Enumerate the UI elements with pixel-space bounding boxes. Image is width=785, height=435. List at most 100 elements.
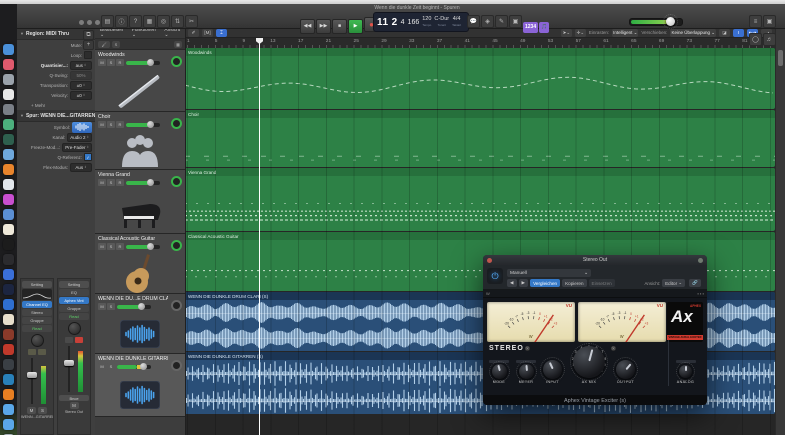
bounce-button[interactable]: Bnce bbox=[59, 395, 89, 401]
automation-button[interactable]: Read bbox=[22, 325, 52, 332]
record-enable-button[interactable]: R bbox=[116, 243, 124, 250]
editors-icon[interactable]: ✂ bbox=[185, 15, 198, 28]
folder-icon[interactable] bbox=[3, 404, 14, 415]
final-cut-icon[interactable] bbox=[3, 254, 14, 265]
dock-app-7-icon[interactable] bbox=[3, 134, 14, 145]
note-pads-icon[interactable]: ▣ bbox=[763, 15, 776, 28]
smart-controls-icon[interactable]: ◎ bbox=[157, 15, 170, 28]
command-tool-menu[interactable]: ✛⌄ bbox=[574, 28, 586, 37]
mute-button[interactable]: M bbox=[27, 407, 36, 414]
plugin-power-button[interactable]: ⏻ bbox=[487, 268, 503, 284]
browsers-icon[interactable]: ♬ bbox=[763, 33, 776, 46]
fader-zone[interactable] bbox=[22, 356, 52, 406]
volume-knob[interactable] bbox=[147, 59, 154, 66]
solo-mode-icon[interactable]: ▣ bbox=[509, 15, 522, 28]
dock-app-17-icon[interactable] bbox=[3, 284, 14, 295]
region-midi[interactable]: Woodwinds bbox=[185, 48, 775, 109]
autozoom-icon[interactable]: I bbox=[733, 28, 744, 37]
track-header-4[interactable]: Classical Acoustic Guitar M S R bbox=[95, 234, 185, 294]
snap-menu[interactable]: Intelligent ⌄ bbox=[612, 28, 639, 37]
channel-strip[interactable]: Setting Channel EQ Stereo Gruppe Read M S WENN.… bbox=[20, 278, 54, 435]
inspector-icon[interactable]: ⓘ bbox=[115, 15, 128, 28]
format-button[interactable]: Stereo bbox=[22, 309, 52, 316]
photos-icon[interactable] bbox=[3, 194, 14, 205]
scrollbar-thumb[interactable] bbox=[778, 50, 783, 66]
solo-button[interactable]: S bbox=[38, 407, 47, 414]
dock-app-4-icon[interactable] bbox=[3, 89, 14, 100]
dock-app-2-icon[interactable] bbox=[3, 59, 14, 70]
playhead[interactable] bbox=[259, 38, 260, 435]
value-field[interactable]: Pre-Fader ⇕ bbox=[62, 142, 92, 152]
drag-menu[interactable]: Keine Überlappung ⌄ bbox=[670, 28, 716, 37]
zoom-icon[interactable] bbox=[95, 20, 100, 25]
mute-button[interactable]: M bbox=[98, 179, 106, 186]
eq-thumbnail[interactable] bbox=[22, 289, 52, 300]
master-volume-knob[interactable] bbox=[663, 14, 678, 29]
mini-button[interactable] bbox=[28, 349, 36, 355]
plugin-close-icon[interactable] bbox=[487, 257, 492, 263]
list-editors-icon[interactable]: ≡ bbox=[749, 15, 762, 28]
paste-button[interactable]: Einsetzen bbox=[588, 279, 615, 287]
setting-button[interactable]: Setting bbox=[22, 281, 52, 288]
dock-app-1-icon[interactable] bbox=[3, 44, 14, 55]
forward-button[interactable]: ▶▶ bbox=[316, 18, 331, 34]
midi-in-icon[interactable]: [M] bbox=[202, 28, 213, 37]
quick-help-icon[interactable]: ? bbox=[129, 15, 142, 28]
analog-switch[interactable] bbox=[675, 360, 696, 363]
dock-app-24-icon[interactable] bbox=[3, 389, 14, 400]
stepper-icon[interactable]: ⇕ bbox=[83, 83, 86, 87]
clip-indicator[interactable] bbox=[75, 337, 83, 343]
stepper-icon[interactable]: ⇕ bbox=[86, 135, 89, 139]
dock-app-19-icon[interactable] bbox=[3, 314, 14, 325]
checkbox[interactable]: ✓ bbox=[84, 153, 92, 161]
notes-icon[interactable]: 💬 bbox=[467, 15, 480, 28]
mute-button[interactable]: M bbox=[98, 59, 106, 66]
minimize-icon[interactable] bbox=[87, 20, 92, 25]
dock-app-18-icon[interactable] bbox=[3, 299, 14, 310]
plugin-titlebar[interactable]: Stereo Out bbox=[483, 255, 707, 265]
meter-knob[interactable] bbox=[515, 361, 537, 382]
value-field[interactable]: Aus ⇕ bbox=[70, 162, 92, 172]
pan-knob[interactable] bbox=[171, 118, 182, 129]
vertical-scrollbar[interactable] bbox=[775, 28, 785, 435]
input-knob[interactable] bbox=[540, 357, 565, 382]
music-record-icon[interactable] bbox=[3, 239, 14, 250]
volume-slider[interactable] bbox=[126, 243, 160, 250]
track-header-2[interactable]: Choir M S R bbox=[95, 112, 185, 170]
solo-button[interactable]: S bbox=[107, 243, 115, 250]
mute-button[interactable]: M bbox=[98, 363, 106, 370]
pan-knob[interactable] bbox=[171, 240, 182, 251]
pan-knob[interactable] bbox=[171, 176, 182, 187]
value-field[interactable]: ±0 ⇕ bbox=[70, 80, 92, 90]
group-slot[interactable]: Gruppe bbox=[22, 317, 52, 324]
pan-knob[interactable] bbox=[171, 360, 182, 371]
plugin-slot[interactable]: Aphex Vint bbox=[59, 297, 89, 304]
dock-app-3-icon[interactable] bbox=[3, 74, 14, 85]
record-enable-button[interactable]: R bbox=[116, 121, 124, 128]
volume-slider[interactable] bbox=[126, 121, 160, 128]
track-header-5[interactable]: WENN DIE DU...E DRUM CLARI M S bbox=[95, 294, 185, 354]
mini-button[interactable] bbox=[65, 337, 73, 343]
value-field[interactable]: aus ⇕ bbox=[70, 60, 92, 70]
pan-knob[interactable] bbox=[171, 300, 182, 311]
dock-app-23-icon[interactable] bbox=[3, 374, 14, 385]
volume-knob[interactable] bbox=[140, 363, 147, 370]
compare-button[interactable]: Vergleichen bbox=[530, 279, 561, 287]
dock-app-6-icon[interactable] bbox=[3, 119, 14, 130]
view-menu[interactable]: Editor ⌄ bbox=[662, 279, 686, 287]
strip-controls-icon[interactable]: ▪ ▪ ▪ bbox=[698, 291, 704, 296]
pan-knob[interactable] bbox=[171, 56, 182, 67]
pencil-icon[interactable]: ✎ bbox=[495, 15, 508, 28]
setting-button[interactable]: Setting bbox=[59, 281, 89, 288]
automation-button[interactable]: Read bbox=[59, 313, 89, 320]
lcd-display[interactable]: 11 2 4 166 120 Tempo C-Dur Tonart 4/4 Takta… bbox=[373, 12, 469, 32]
fader-cap[interactable] bbox=[27, 372, 37, 378]
pan-knob[interactable] bbox=[67, 322, 81, 335]
rewind-button[interactable]: ◀◀ bbox=[300, 18, 315, 34]
stepper-icon[interactable]: ⇕ bbox=[86, 145, 89, 149]
copy-button[interactable]: Kopieren bbox=[562, 279, 587, 287]
fader-cap[interactable] bbox=[64, 360, 74, 366]
track-header-3[interactable]: Vienna Grand M S R bbox=[95, 170, 185, 234]
track-filter-icon[interactable]: 🖌 bbox=[98, 40, 110, 48]
next-preset-button[interactable]: ▶ bbox=[518, 279, 529, 287]
